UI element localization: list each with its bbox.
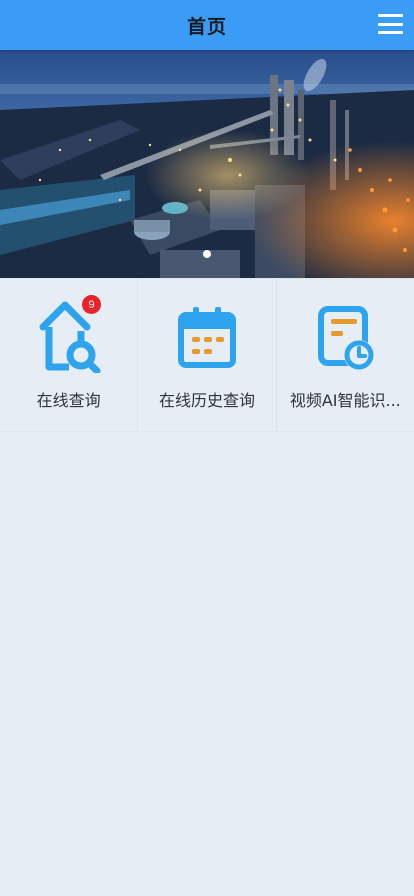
top-nav-bar: 首页 (0, 0, 414, 50)
banner-image (0, 50, 414, 278)
calendar-icon (177, 307, 236, 368)
function-grid: 9 在线查询 在线历史查询 视频AI智能识... (0, 278, 414, 432)
grid-item-history-query[interactable]: 在线历史查询 (138, 279, 277, 431)
hamburger-menu-icon[interactable] (378, 12, 404, 36)
menu-line (378, 22, 403, 26)
banner-carousel[interactable] (0, 50, 414, 278)
page-title: 首页 (186, 15, 227, 38)
document-clock-icon (318, 306, 375, 370)
grid-item-label: 在线查询 (36, 391, 101, 410)
grid-item-label: 在线历史查询 (158, 391, 255, 410)
grid-item-video-ai[interactable]: 视频AI智能识... (277, 279, 414, 431)
carousel-indicator-dot[interactable] (203, 250, 211, 258)
grid-item-label: 视频AI智能识... (289, 391, 401, 410)
grid-item-online-query[interactable]: 9 在线查询 (0, 279, 139, 431)
menu-line (378, 14, 403, 17)
menu-line (378, 31, 403, 34)
notification-badge: 9 (82, 295, 101, 314)
